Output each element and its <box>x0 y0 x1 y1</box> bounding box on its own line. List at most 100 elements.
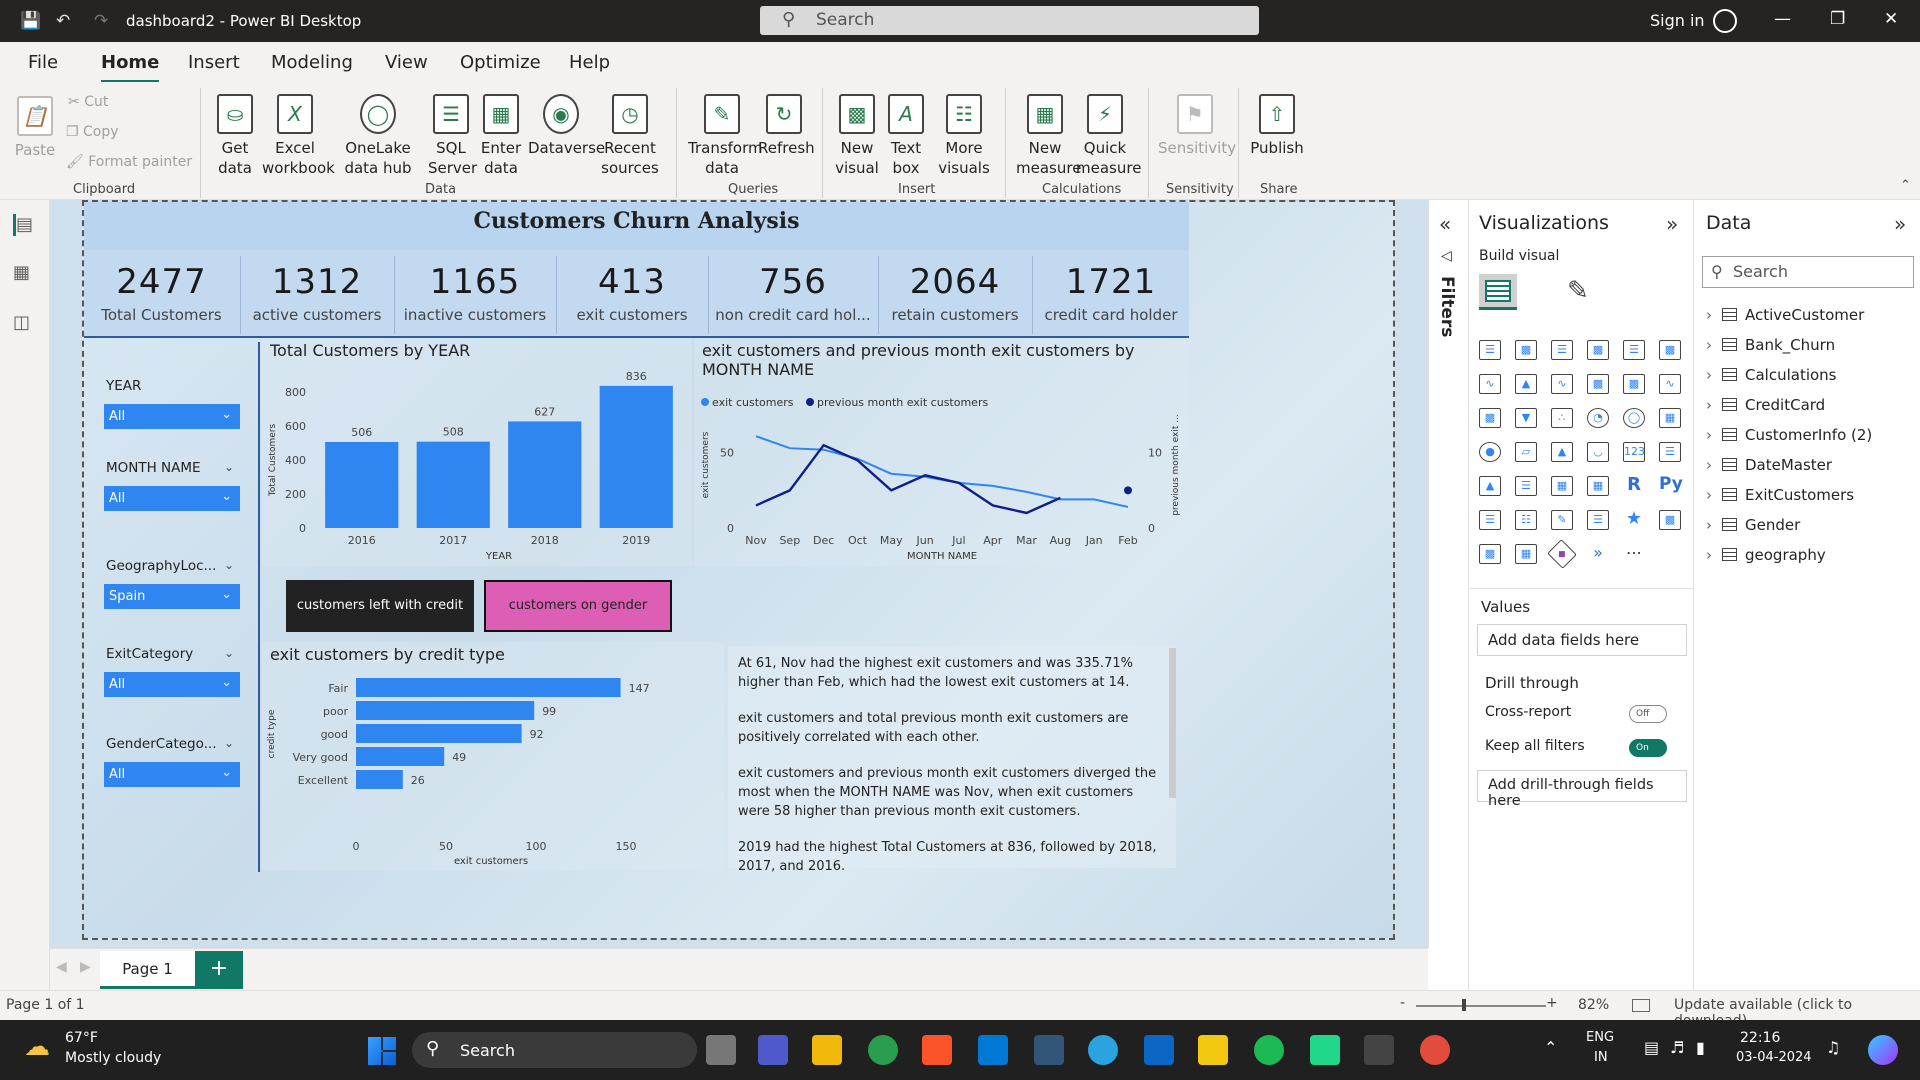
python-visual-icon[interactable]: Py <box>1659 476 1683 496</box>
page-tab[interactable]: Page 1 <box>100 951 195 989</box>
taskbar-search[interactable]: ⚲ Search <box>412 1032 697 1068</box>
app-icon[interactable] <box>1034 1035 1064 1065</box>
power-automate-flow-icon[interactable]: » <box>1587 544 1609 564</box>
funnel-icon[interactable]: ▼ <box>1515 408 1537 428</box>
sign-in-link[interactable]: Sign in <box>1650 11 1705 30</box>
menu-home[interactable]: Home <box>101 52 160 83</box>
volume-icon[interactable]: ♬ <box>1670 1038 1684 1057</box>
new-measure-button[interactable]: ▦ New measure <box>1016 94 1081 178</box>
table-view-icon[interactable]: ▦ <box>13 262 37 284</box>
telegram-icon[interactable] <box>1088 1035 1118 1065</box>
trophy-icon[interactable]: ★ <box>1623 510 1645 530</box>
chevron-down-icon[interactable]: ⌄ <box>224 736 234 750</box>
stacked-area-icon[interactable]: ∿ <box>1551 374 1573 394</box>
chevron-down-icon[interactable]: ⌄ <box>224 558 234 572</box>
azure-map-icon[interactable]: ▲ <box>1551 442 1573 462</box>
line-column-icon[interactable]: ▩ <box>1587 374 1609 394</box>
narrative-icon[interactable]: ☰ <box>1587 510 1609 530</box>
data-table-item[interactable]: › CreditCard <box>1706 396 1825 414</box>
decomposition-tree-icon[interactable]: ☷ <box>1515 510 1537 530</box>
minimize-icon[interactable]: — <box>1774 9 1791 29</box>
transform-data-button[interactable]: ✎ Transform data <box>688 94 763 178</box>
map-icon[interactable]: ● <box>1479 442 1501 462</box>
data-table-item[interactable]: › Gender <box>1706 516 1800 534</box>
kpi-card[interactable]: 1165 inactive customers <box>395 250 555 336</box>
slicer-geography[interactable]: Spain ⌄ <box>104 584 240 609</box>
credit-card-button[interactable]: customers left with credit card <box>286 580 474 665</box>
enter-data-button[interactable]: ▦ Enter data <box>478 94 524 178</box>
slicer-month[interactable]: All ⌄ <box>104 486 240 511</box>
slicer-year[interactable]: All ⌄ <box>104 404 240 429</box>
weather-icon[interactable]: ☁ <box>24 1032 50 1062</box>
model-view-icon[interactable]: ◫ <box>13 312 37 334</box>
search-input[interactable]: ⚲ Search <box>760 6 1259 35</box>
zoom-slider-thumb[interactable] <box>1462 999 1466 1011</box>
area-chart-icon[interactable]: ▲ <box>1515 374 1537 394</box>
collapse-icon[interactable]: » <box>1666 212 1678 236</box>
expand-icon[interactable]: « <box>1439 212 1451 236</box>
clustered-bar-icon[interactable]: ☰ <box>1551 340 1573 360</box>
chevron-down-icon[interactable]: ⌄ <box>224 460 234 474</box>
restore-icon[interactable]: ❐ <box>1830 9 1845 29</box>
vscode-icon[interactable] <box>978 1035 1008 1065</box>
brave-icon[interactable] <box>922 1035 952 1065</box>
windows-start-icon[interactable] <box>368 1037 396 1065</box>
slicer-exit-category[interactable]: All ⌄ <box>104 672 240 697</box>
waterfall-icon[interactable]: ▩ <box>1479 408 1501 428</box>
gauge-icon[interactable]: ◡ <box>1587 442 1609 462</box>
data-table-item[interactable]: › Bank_Churn <box>1706 336 1835 354</box>
teams-icon[interactable] <box>758 1035 788 1065</box>
spotify-icon[interactable] <box>1254 1035 1284 1065</box>
excel-workbook-button[interactable]: X Excel workbook <box>262 94 335 178</box>
multi-row-card-icon[interactable]: ☰ <box>1659 442 1681 462</box>
slicer-icon[interactable]: ☰ <box>1515 476 1537 496</box>
line-clustered-icon[interactable]: ▩ <box>1623 374 1645 394</box>
collapse-ribbon-icon[interactable]: ⌃ <box>1900 178 1911 193</box>
paste-button[interactable]: 📋 Paste <box>14 96 56 160</box>
add-drill-through-well[interactable]: Add drill-through fields here <box>1477 770 1687 809</box>
redo-icon[interactable]: ↷ <box>94 11 108 31</box>
zoom-slider[interactable] <box>1416 1005 1546 1007</box>
report-view-icon[interactable]: ▤ <box>13 214 37 236</box>
tray-chevron-icon[interactable]: ⌃ <box>1544 1038 1557 1057</box>
more-visuals-button[interactable]: ☷ More visuals <box>932 94 996 178</box>
data-table-item[interactable]: › DateMaster <box>1706 456 1832 474</box>
copy-button[interactable]: ❐ Copy <box>66 124 119 140</box>
qa-icon[interactable]: ✎ <box>1551 510 1573 530</box>
file-explorer-icon[interactable] <box>812 1035 842 1065</box>
chrome-profile-icon[interactable] <box>1420 1035 1450 1065</box>
collapse-icon[interactable]: » <box>1894 212 1906 236</box>
linkedin-icon[interactable] <box>1144 1035 1174 1065</box>
cut-button[interactable]: ✂ Cut <box>68 94 108 110</box>
format-painter-button[interactable]: 🖌 Format painter <box>66 154 192 170</box>
paginated-report-icon[interactable]: ▩ <box>1659 510 1681 530</box>
publish-button[interactable]: ⇧ Publish <box>1250 94 1304 158</box>
format-visual-icon[interactable]: ✎ <box>1567 276 1589 306</box>
menu-insert[interactable]: Insert <box>188 52 240 73</box>
card-icon[interactable]: 123 <box>1623 442 1645 462</box>
kpi-icon[interactable]: ▲ <box>1479 476 1501 496</box>
power-automate-icon[interactable]: ◆ <box>1547 539 1577 569</box>
language-code[interactable]: ENG <box>1586 1030 1614 1045</box>
r-visual-icon[interactable]: R <box>1623 476 1645 496</box>
percent-column-icon[interactable]: ▩ <box>1659 340 1681 360</box>
bar-chart-visual[interactable]: Total Customers by YEAR 0 200 400 600 800 506… <box>262 338 692 566</box>
more-icon[interactable]: ⋯ <box>1623 544 1645 564</box>
zoom-out-icon[interactable]: - <box>1400 995 1405 1011</box>
add-data-fields-well[interactable]: Add data fields here <box>1477 624 1687 656</box>
power-apps-icon[interactable]: ▦ <box>1515 544 1537 564</box>
chevron-down-icon[interactable]: ⌄ <box>224 646 234 660</box>
hbar-chart-visual[interactable]: exit customers by credit type Fair 147 poo… <box>262 642 724 870</box>
menu-view[interactable]: View <box>385 52 428 73</box>
line-chart-icon[interactable]: ∿ <box>1479 374 1501 394</box>
slicer-gender[interactable]: All ⌄ <box>104 762 240 787</box>
data-search-input[interactable]: ⚲ Search <box>1702 256 1914 288</box>
fit-page-icon[interactable] <box>1632 999 1650 1012</box>
data-table-item[interactable]: › geography <box>1706 546 1826 564</box>
refresh-button[interactable]: ↻ Refresh <box>758 94 815 158</box>
battery-icon[interactable]: ▮ <box>1696 1038 1705 1057</box>
stacked-bar-icon[interactable]: ☰ <box>1479 340 1501 360</box>
onelake-button[interactable]: ◯ OneLake data hub <box>332 94 424 178</box>
smart-narrative[interactable]: At 61, Nov had the highest exit customer… <box>728 646 1176 874</box>
dataverse-button[interactable]: ◉ Dataverse <box>528 94 605 158</box>
